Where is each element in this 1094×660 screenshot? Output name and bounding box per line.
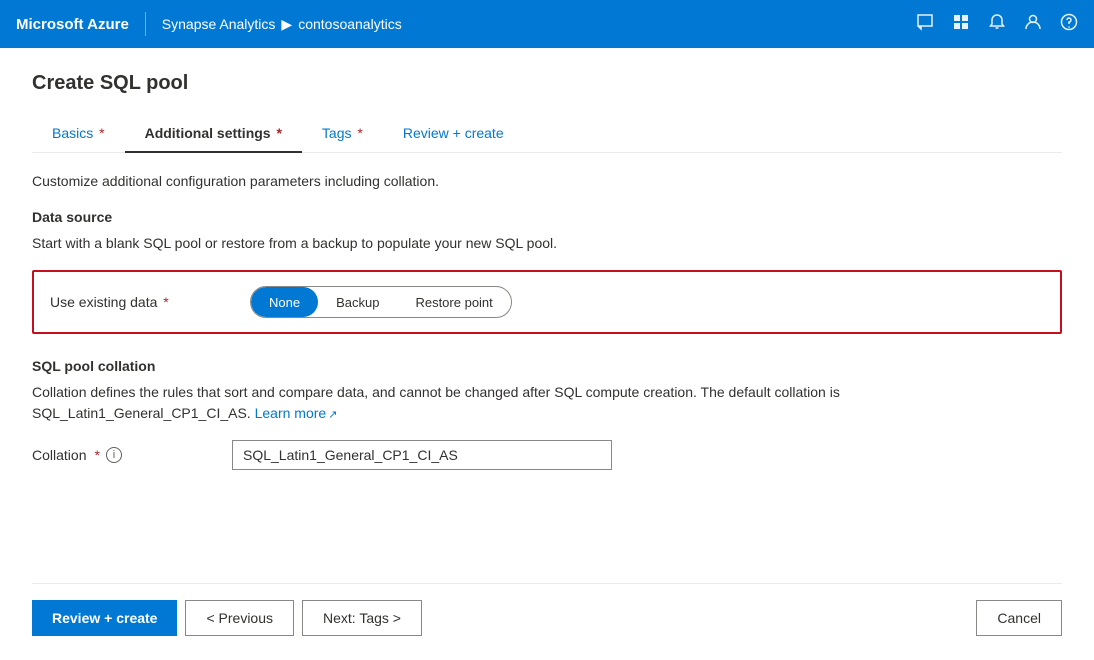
toggle-backup[interactable]: Backup bbox=[318, 287, 397, 317]
data-source-description: Start with a blank SQL pool or restore f… bbox=[32, 233, 1062, 254]
collation-desc-text: Collation defines the rules that sort an… bbox=[32, 384, 840, 421]
learn-more-link[interactable]: Learn more↗ bbox=[255, 405, 338, 421]
brand-label: Microsoft Azure bbox=[16, 16, 129, 33]
topbar-divider bbox=[145, 12, 146, 36]
content-area: Customize additional configuration param… bbox=[32, 173, 1062, 583]
toggle-restore-point[interactable]: Restore point bbox=[397, 287, 510, 317]
tab-additional-settings[interactable]: Additional settings * bbox=[125, 115, 302, 153]
previous-button[interactable]: < Previous bbox=[185, 600, 294, 636]
data-source-toggle-group: None Backup Restore point bbox=[250, 286, 512, 318]
collation-title: SQL pool collation bbox=[32, 358, 1062, 374]
collation-section: SQL pool collation Collation defines the… bbox=[32, 358, 1062, 470]
use-existing-data-row: Use existing data * None Backup Restore … bbox=[32, 270, 1062, 334]
toggle-none[interactable]: None bbox=[251, 287, 318, 317]
tabs-bar: Basics * Additional settings * Tags * Re… bbox=[32, 115, 1062, 153]
review-create-button[interactable]: Review + create bbox=[32, 600, 177, 636]
help-icon[interactable] bbox=[1060, 13, 1078, 36]
topbar: Microsoft Azure Synapse Analytics ▶ cont… bbox=[0, 0, 1094, 48]
collation-field-label: Collation * i bbox=[32, 447, 232, 463]
feedback-icon[interactable] bbox=[916, 13, 934, 36]
use-existing-data-label: Use existing data * bbox=[50, 294, 250, 310]
breadcrumb-arrow: ▶ bbox=[281, 16, 292, 33]
collation-info-icon[interactable]: i bbox=[106, 447, 122, 463]
footer: Review + create < Previous Next: Tags > … bbox=[32, 583, 1062, 636]
cancel-button[interactable]: Cancel bbox=[976, 600, 1062, 636]
tab-tags[interactable]: Tags * bbox=[302, 115, 383, 153]
portal-menu-icon[interactable] bbox=[952, 13, 970, 36]
data-source-title: Data source bbox=[32, 209, 1062, 225]
external-link-icon: ↗ bbox=[328, 409, 337, 421]
page-title: Create SQL pool bbox=[32, 72, 1062, 95]
topbar-icons bbox=[916, 13, 1078, 36]
notifications-icon[interactable] bbox=[988, 13, 1006, 36]
tab-basics[interactable]: Basics * bbox=[32, 115, 125, 153]
next-button[interactable]: Next: Tags > bbox=[302, 600, 422, 636]
account-icon[interactable] bbox=[1024, 13, 1042, 36]
breadcrumb-service[interactable]: Synapse Analytics bbox=[162, 16, 276, 32]
collation-input[interactable] bbox=[232, 440, 612, 470]
collation-description: Collation defines the rules that sort an… bbox=[32, 382, 1062, 424]
collation-row: Collation * i bbox=[32, 440, 1062, 470]
main-container: Create SQL pool Basics * Additional sett… bbox=[0, 48, 1094, 660]
tab-review-create[interactable]: Review + create bbox=[383, 115, 524, 153]
breadcrumb: Synapse Analytics ▶ contosoanalytics bbox=[162, 16, 402, 33]
breadcrumb-resource[interactable]: contosoanalytics bbox=[298, 16, 402, 32]
section-description: Customize additional configuration param… bbox=[32, 173, 1062, 189]
